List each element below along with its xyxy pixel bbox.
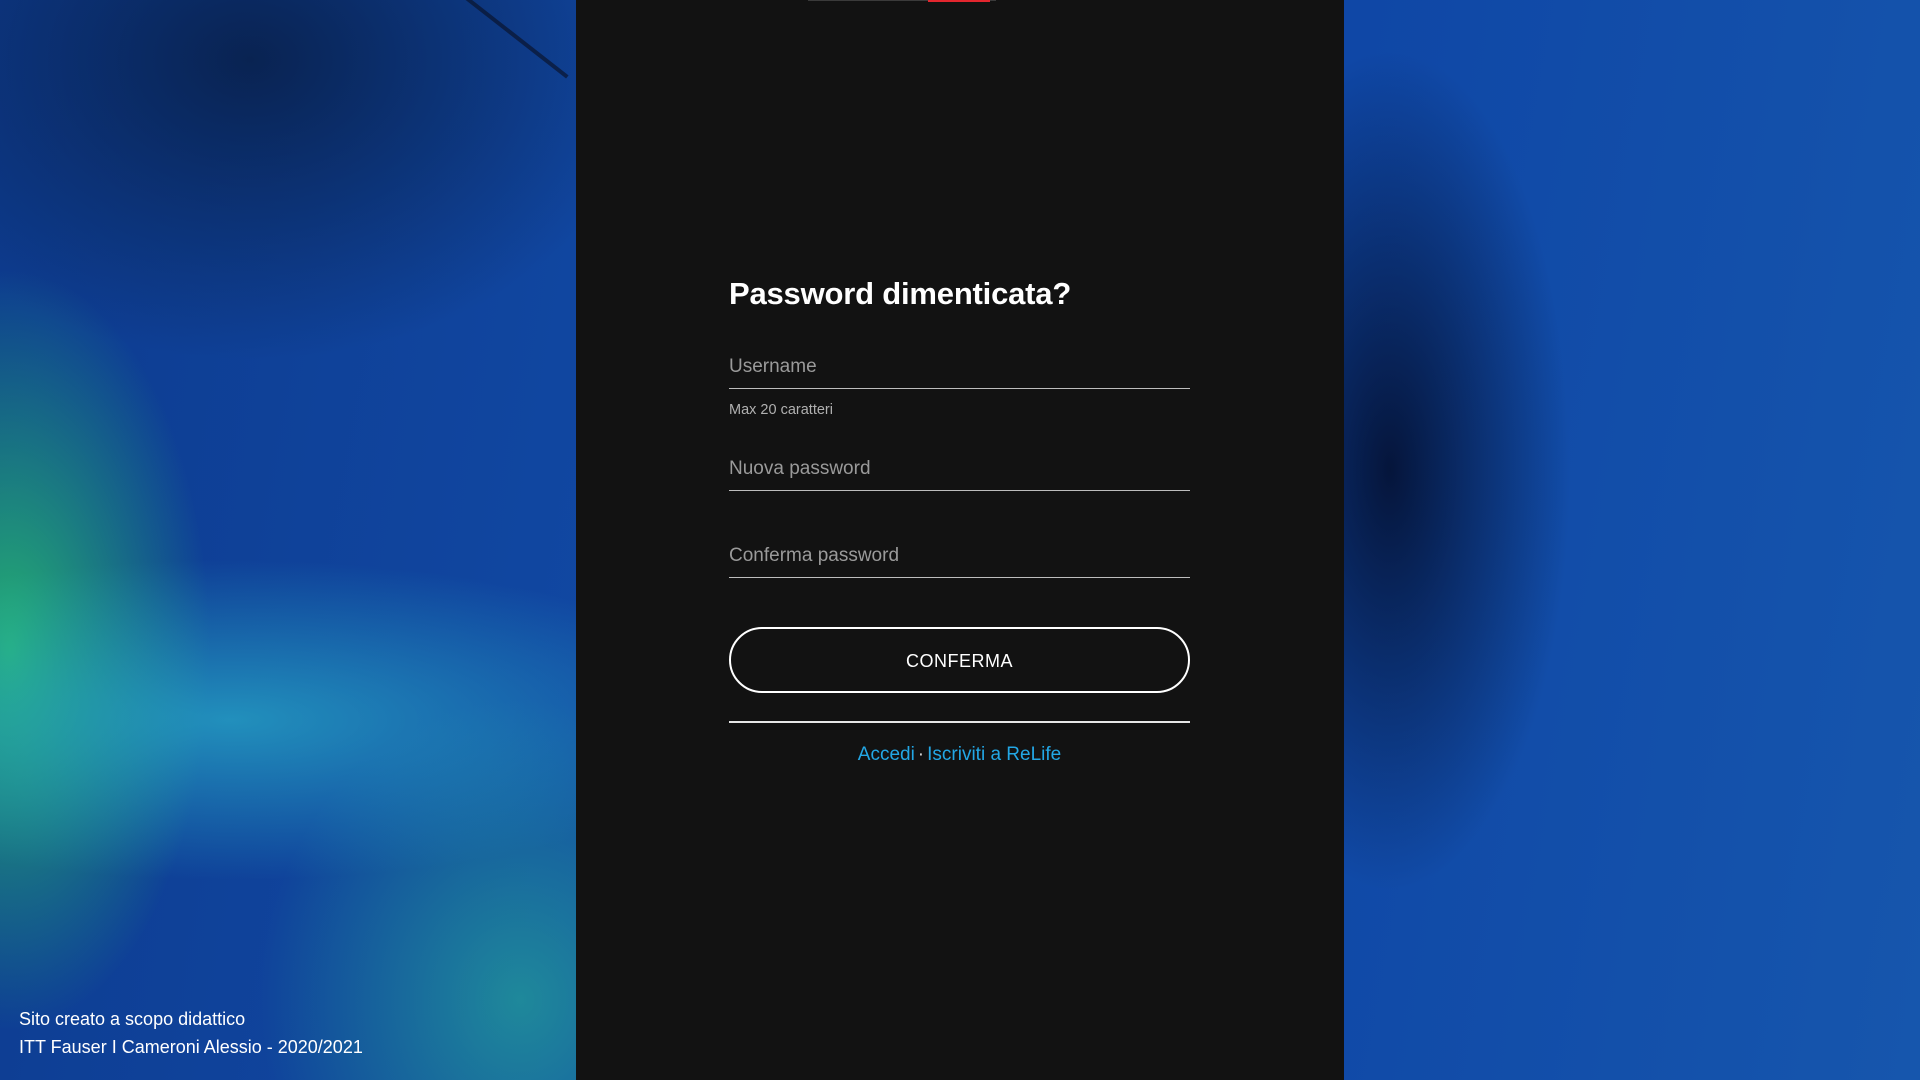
credits-line-2: ITT Fauser I Cameroni Alessio - 2020/202… [19, 1037, 363, 1057]
login-link[interactable]: Accedi [858, 744, 915, 765]
username-hint: Max 20 caratteri [729, 402, 833, 418]
progress-accent [928, 0, 990, 2]
form-panel: Password dimenticata? Max 20 caratteri C… [576, 0, 1344, 1080]
page-title: Password dimenticata? [729, 276, 1072, 311]
reset-password-form: Password dimenticata? Max 20 caratteri C… [729, 270, 1190, 767]
background-streak [440, 0, 569, 79]
signup-link[interactable]: Iscriviti a ReLife [927, 744, 1061, 765]
username-input[interactable] [729, 356, 1190, 378]
confirm-button[interactable]: CONFERMA [729, 627, 1190, 693]
footer-credits: Sito creato a scopo didattico ITT Fauser… [19, 1005, 363, 1061]
credits-line-1: Sito creato a scopo didattico [19, 1009, 246, 1029]
username-field [729, 344, 1190, 389]
divider [729, 721, 1190, 723]
page-background: Password dimenticata? Max 20 caratteri C… [0, 0, 1920, 1080]
link-separator: · [917, 744, 925, 765]
new-password-input[interactable] [729, 458, 1190, 480]
confirm-password-field [729, 533, 1190, 578]
confirm-password-input[interactable] [729, 545, 1190, 567]
auth-links: Accedi · Iscriviti a ReLife [729, 743, 1190, 767]
new-password-field [729, 446, 1190, 491]
